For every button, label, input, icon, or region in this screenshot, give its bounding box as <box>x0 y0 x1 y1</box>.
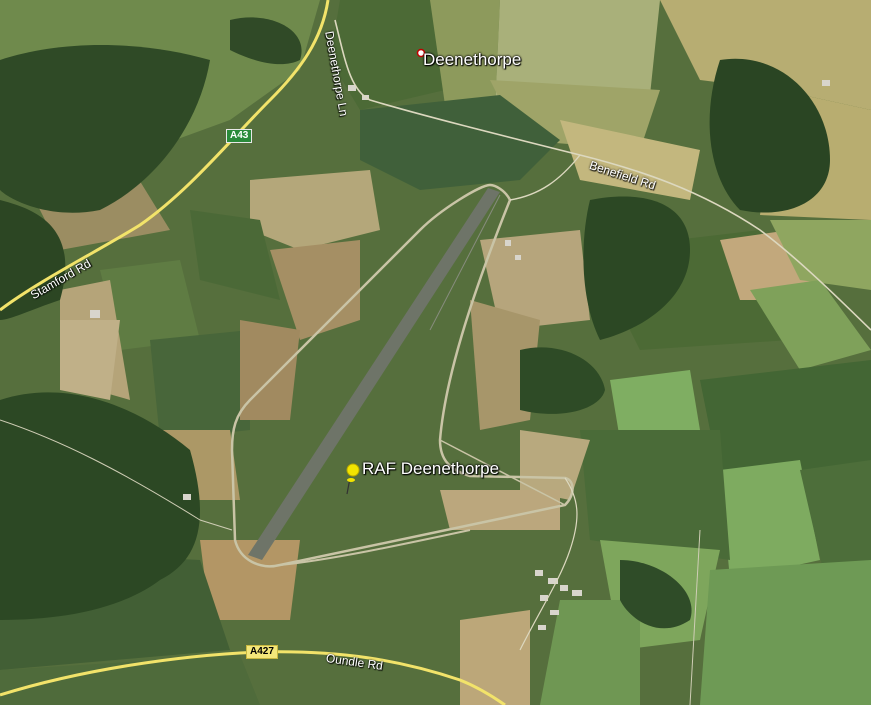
road-shield-a43: A43 <box>226 129 253 143</box>
field-patch <box>460 610 530 705</box>
place-label-raf-deenethorpe[interactable]: RAF Deenethorpe <box>362 459 499 479</box>
road-shield-a427: A427 <box>246 645 278 659</box>
field-patch <box>610 370 700 440</box>
satellite-map[interactable]: Deenethorpe RAF Deenethorpe Deenethorpe … <box>0 0 871 705</box>
field-patch <box>60 320 120 400</box>
place-label-deenethorpe[interactable]: Deenethorpe <box>423 50 521 70</box>
map-imagery <box>0 0 871 705</box>
field-patch <box>240 320 300 420</box>
field-patch <box>700 560 871 705</box>
